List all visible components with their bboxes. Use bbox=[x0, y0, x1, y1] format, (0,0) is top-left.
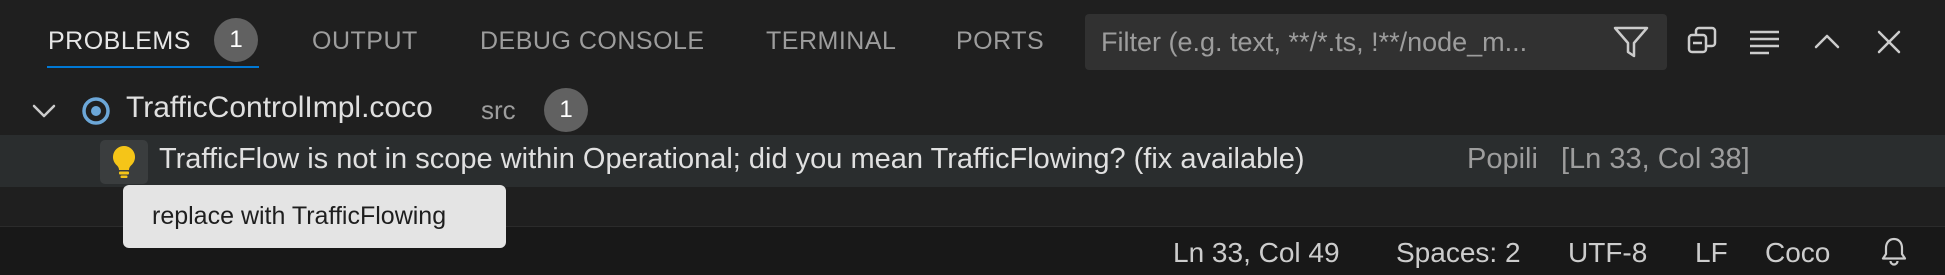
lightbulb-quick-fix-icon[interactable] bbox=[100, 140, 148, 184]
maximize-icon[interactable] bbox=[1807, 22, 1847, 62]
tab-problems[interactable]: PROBLEMS bbox=[48, 27, 191, 56]
problem-file-row[interactable]: TrafficControlImpl.coco src 1 bbox=[0, 87, 1945, 133]
file-problem-count-badge: 1 bbox=[544, 88, 588, 132]
problems-filter bbox=[1085, 14, 1667, 70]
active-tab-indicator bbox=[47, 66, 259, 68]
status-language-mode[interactable]: Coco bbox=[1765, 237, 1830, 269]
tab-debug-console[interactable]: DEBUG CONSOLE bbox=[480, 27, 705, 56]
problem-row[interactable]: TrafficFlow is not in scope within Opera… bbox=[0, 135, 1945, 187]
bell-icon[interactable] bbox=[1878, 235, 1910, 267]
quick-fix-tooltip[interactable]: replace with TrafficFlowing bbox=[123, 185, 506, 248]
status-encoding[interactable]: UTF-8 bbox=[1568, 237, 1647, 269]
status-cursor-position[interactable]: Ln 33, Col 49 bbox=[1173, 237, 1340, 269]
panel-tab-bar: PROBLEMS 1 OUTPUT DEBUG CONSOLE TERMINAL… bbox=[0, 0, 1945, 86]
problem-location: [Ln 33, Col 38] bbox=[1561, 143, 1750, 175]
problem-message: TrafficFlow is not in scope within Opera… bbox=[159, 143, 1305, 175]
file-path: src bbox=[481, 95, 516, 125]
close-icon[interactable] bbox=[1869, 22, 1909, 62]
problem-source: Popili bbox=[1467, 143, 1538, 175]
tab-output[interactable]: OUTPUT bbox=[312, 27, 418, 56]
filter-input[interactable] bbox=[1101, 14, 1601, 70]
chevron-down-icon[interactable] bbox=[30, 97, 58, 125]
file-name: TrafficControlImpl.coco bbox=[126, 91, 433, 124]
coco-file-icon bbox=[80, 95, 112, 127]
copy-icon[interactable] bbox=[1683, 22, 1723, 62]
collapse-all-icon[interactable] bbox=[1745, 22, 1785, 62]
status-indentation[interactable]: Spaces: 2 bbox=[1396, 237, 1521, 269]
status-line-ending[interactable]: LF bbox=[1695, 237, 1728, 269]
problems-count-badge: 1 bbox=[214, 18, 258, 62]
tab-terminal[interactable]: TERMINAL bbox=[766, 27, 896, 56]
problems-panel: PROBLEMS 1 OUTPUT DEBUG CONSOLE TERMINAL… bbox=[0, 0, 1945, 275]
tab-ports[interactable]: PORTS bbox=[956, 27, 1044, 56]
filter-icon[interactable] bbox=[1612, 25, 1650, 59]
